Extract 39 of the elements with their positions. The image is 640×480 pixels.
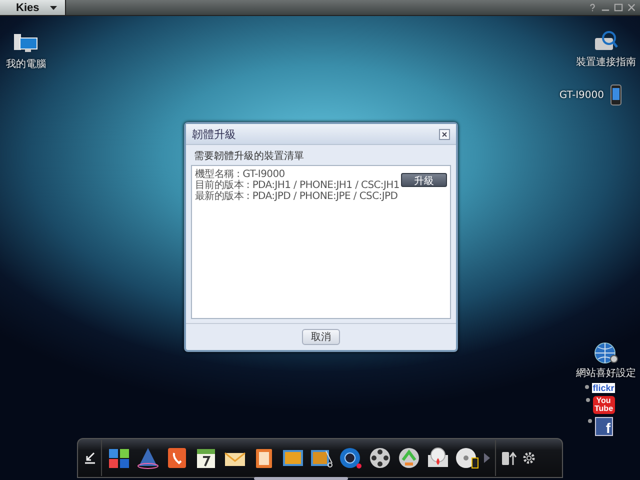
facebook-logo[interactable]: f [594, 417, 612, 436]
settings-icon[interactable] [522, 451, 536, 465]
caret-icon[interactable] [50, 6, 57, 10]
disc-player-icon[interactable] [455, 446, 479, 470]
phone-icon[interactable] [165, 446, 189, 470]
close-icon[interactable] [439, 128, 450, 140]
icon-label: 裝置連接指南 [576, 56, 636, 69]
bullet-dot [588, 419, 592, 423]
disc-burner-icon[interactable] [426, 446, 450, 470]
upgrade-button[interactable]: 升級 [401, 173, 447, 187]
close-icon[interactable] [627, 3, 636, 12]
flickr-logo[interactable]: flickr [592, 383, 616, 393]
bullet-dot [586, 398, 590, 402]
icon-label: GT-I9000 [559, 90, 604, 100]
tiles-icon[interactable] [107, 446, 131, 470]
phone-upload-icon[interactable] [501, 450, 517, 466]
device-info-text: 機型名稱 : GT-I9000 [195, 169, 286, 180]
scroll-bar[interactable] [254, 477, 348, 480]
device-info-text: 最新的版本 : PDA:JPD / PHONE:JPE / CSC:JPD [195, 191, 399, 202]
search-icon[interactable] [594, 30, 618, 52]
dialog-title: 韌體升級 [192, 126, 236, 142]
youtube-logo[interactable]: You Tube [592, 396, 614, 414]
calendar-icon[interactable] [194, 446, 218, 470]
film-reel-icon[interactable] [368, 446, 392, 470]
help-icon[interactable] [588, 3, 597, 12]
film-reel-arrows-icon[interactable] [397, 446, 421, 470]
cancel-button[interactable]: 取消 [302, 329, 340, 345]
icon-label: 我的電腦 [6, 58, 46, 71]
app-menu-button[interactable]: Kies [0, 0, 66, 15]
site-settings-label: 網站喜好設定 [576, 366, 636, 380]
bullet-dot [584, 385, 589, 389]
pyramid-icon[interactable] [136, 446, 160, 470]
device-info-text: 目前的版本 : PDA:JH1 / PHONE:JH1 / CSC:JH1 [195, 180, 400, 191]
globe-gear-icon[interactable] [594, 342, 618, 364]
speaker-icon[interactable] [339, 446, 363, 470]
maximize-icon[interactable] [614, 3, 623, 12]
arrow-icon[interactable] [84, 452, 96, 464]
list-heading: 需要韌體升級的裝置清單 [193, 150, 305, 163]
computer-icon[interactable] [14, 32, 38, 54]
